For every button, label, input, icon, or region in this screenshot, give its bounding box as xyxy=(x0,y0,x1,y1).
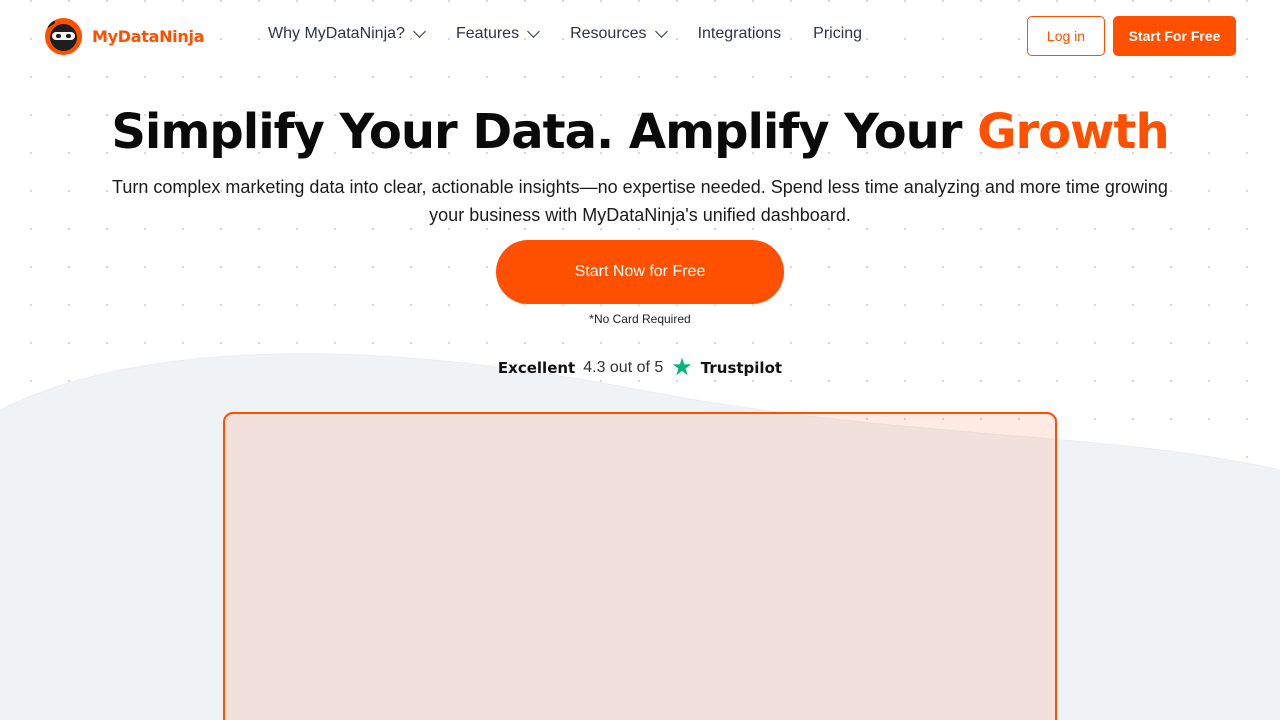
ninja-logo-icon xyxy=(45,17,82,55)
trustpilot-brand: Trustpilot xyxy=(700,359,783,377)
rating-text: 4.3 out of 5 xyxy=(583,359,664,376)
chevron-down-icon xyxy=(654,25,668,38)
star-icon: ★ xyxy=(671,354,693,381)
nav-item-label: Pricing xyxy=(813,25,863,42)
nav-item-resources[interactable]: Resources xyxy=(570,22,668,46)
start-for-free-button[interactable]: Start For Free xyxy=(1113,16,1236,56)
no-card-note: *No Card Required xyxy=(589,312,691,326)
hero-subtitle: Turn complex marketing data into clear, … xyxy=(112,177,1168,225)
nav-item-integrations[interactable]: Integrations xyxy=(698,22,782,46)
hero-title: Simplify Your Data. Amplify Your Growth xyxy=(0,104,1280,160)
trustpilot-rating[interactable]: Excellent 4.3 out of 5 ★ Trustpilot xyxy=(0,356,1280,380)
nav-item-pricing[interactable]: Pricing xyxy=(813,22,862,46)
login-button[interactable]: Log in xyxy=(1027,16,1105,56)
dashboard-preview-frame xyxy=(223,412,1057,720)
hero-title-main: Simplify Your Data. Amplify Your xyxy=(111,104,978,160)
hero-title-accent: Growth xyxy=(977,104,1170,160)
logo-text: MyDataNinja xyxy=(92,26,205,46)
nav-item-label: Why MyDataNinja? xyxy=(268,25,405,42)
rating-label: Excellent xyxy=(497,359,576,377)
logo[interactable]: MyDataNinja xyxy=(45,16,204,56)
nav-item-features[interactable]: Features xyxy=(455,22,540,46)
site-header: MyDataNinja Why MyDataNinja? Features Re… xyxy=(0,0,1280,72)
nav-item-label: Resources xyxy=(570,25,647,42)
nav-item-why-mydataninja[interactable]: Why MyDataNinja? xyxy=(268,22,426,46)
nav-item-label: Features xyxy=(455,25,520,42)
nav-item-label: Integrations xyxy=(697,25,782,42)
chevron-down-icon xyxy=(413,25,426,38)
main-nav: Why MyDataNinja? Features Resources Inte… xyxy=(268,22,862,46)
start-now-button[interactable]: Start Now for Free xyxy=(496,240,784,304)
chevron-down-icon xyxy=(527,25,540,38)
